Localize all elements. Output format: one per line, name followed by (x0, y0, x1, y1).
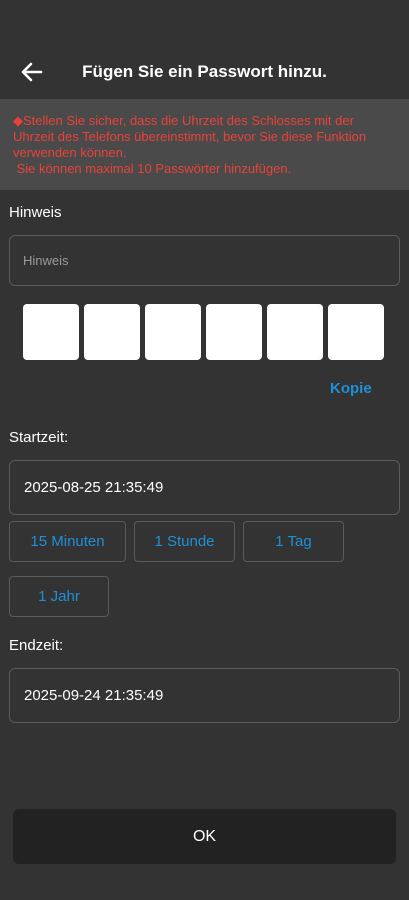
code-digit-6[interactable] (328, 304, 384, 360)
duration-1-hour-button[interactable]: 1 Stunde (134, 521, 235, 562)
duration-15-minutes-button[interactable]: 15 Minuten (9, 521, 126, 562)
copy-button[interactable]: Kopie (330, 380, 372, 397)
start-label: Startzeit: (9, 429, 69, 446)
warning-line: Sie können maximal 10 Passwörter hinzufü… (13, 161, 292, 176)
code-boxes (23, 304, 384, 360)
duration-1-year-button[interactable]: 1 Jahr (9, 576, 109, 617)
code-digit-3[interactable] (145, 304, 201, 360)
page-title: Fügen Sie ein Passwort hinzu. (82, 62, 327, 81)
warning-banner: ◆Stellen Sie sicher, dass die Uhrzeit de… (0, 99, 409, 190)
code-digit-5[interactable] (267, 304, 323, 360)
warning-line: ◆Stellen Sie sicher, dass die Uhrzeit de… (13, 113, 354, 128)
end-time-field[interactable]: 2025-09-24 21:35:49 (9, 668, 400, 723)
warning-line: verwenden können. (13, 145, 127, 160)
code-digit-2[interactable] (84, 304, 140, 360)
duration-1-day-button[interactable]: 1 Tag (243, 521, 344, 562)
start-time-field[interactable]: 2025-08-25 21:35:49 (9, 460, 400, 515)
end-label: Endzeit: (9, 637, 64, 654)
header: Fügen Sie ein Passwort hinzu. (0, 0, 409, 99)
hint-label: Hinweis (9, 204, 62, 221)
end-time-value: 2025-09-24 21:35:49 (24, 687, 164, 704)
start-time-value: 2025-08-25 21:35:49 (24, 479, 164, 496)
code-digit-1[interactable] (23, 304, 79, 360)
code-digit-4[interactable] (206, 304, 262, 360)
warning-line: Uhrzeit des Telefons übereinstimmt, bevo… (13, 129, 367, 144)
ok-button[interactable]: OK (13, 809, 396, 864)
hint-field (9, 235, 400, 286)
hint-input[interactable] (10, 236, 399, 285)
